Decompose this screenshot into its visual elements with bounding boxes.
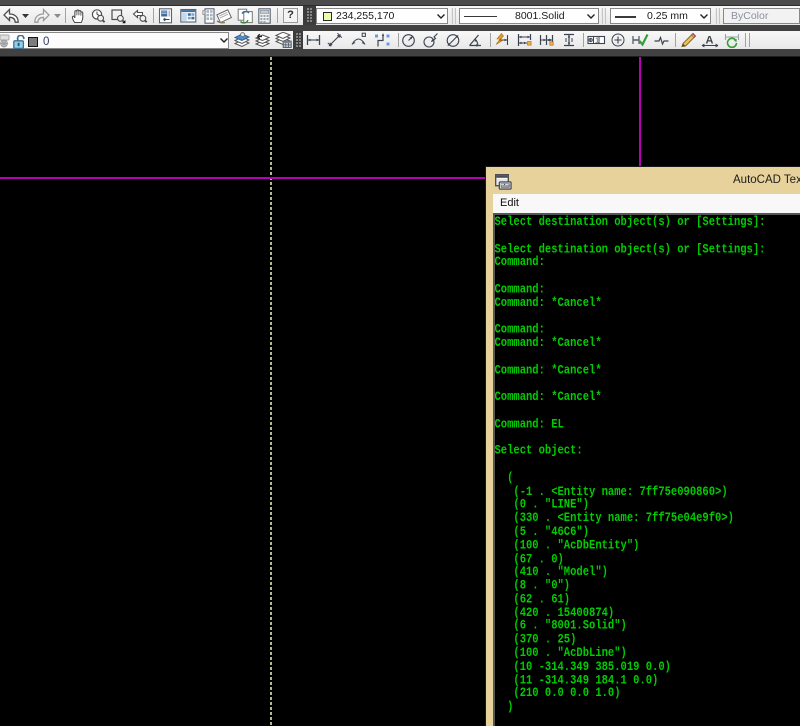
- svg-text:A: A: [706, 35, 714, 47]
- svg-text:1: 1: [595, 36, 599, 45]
